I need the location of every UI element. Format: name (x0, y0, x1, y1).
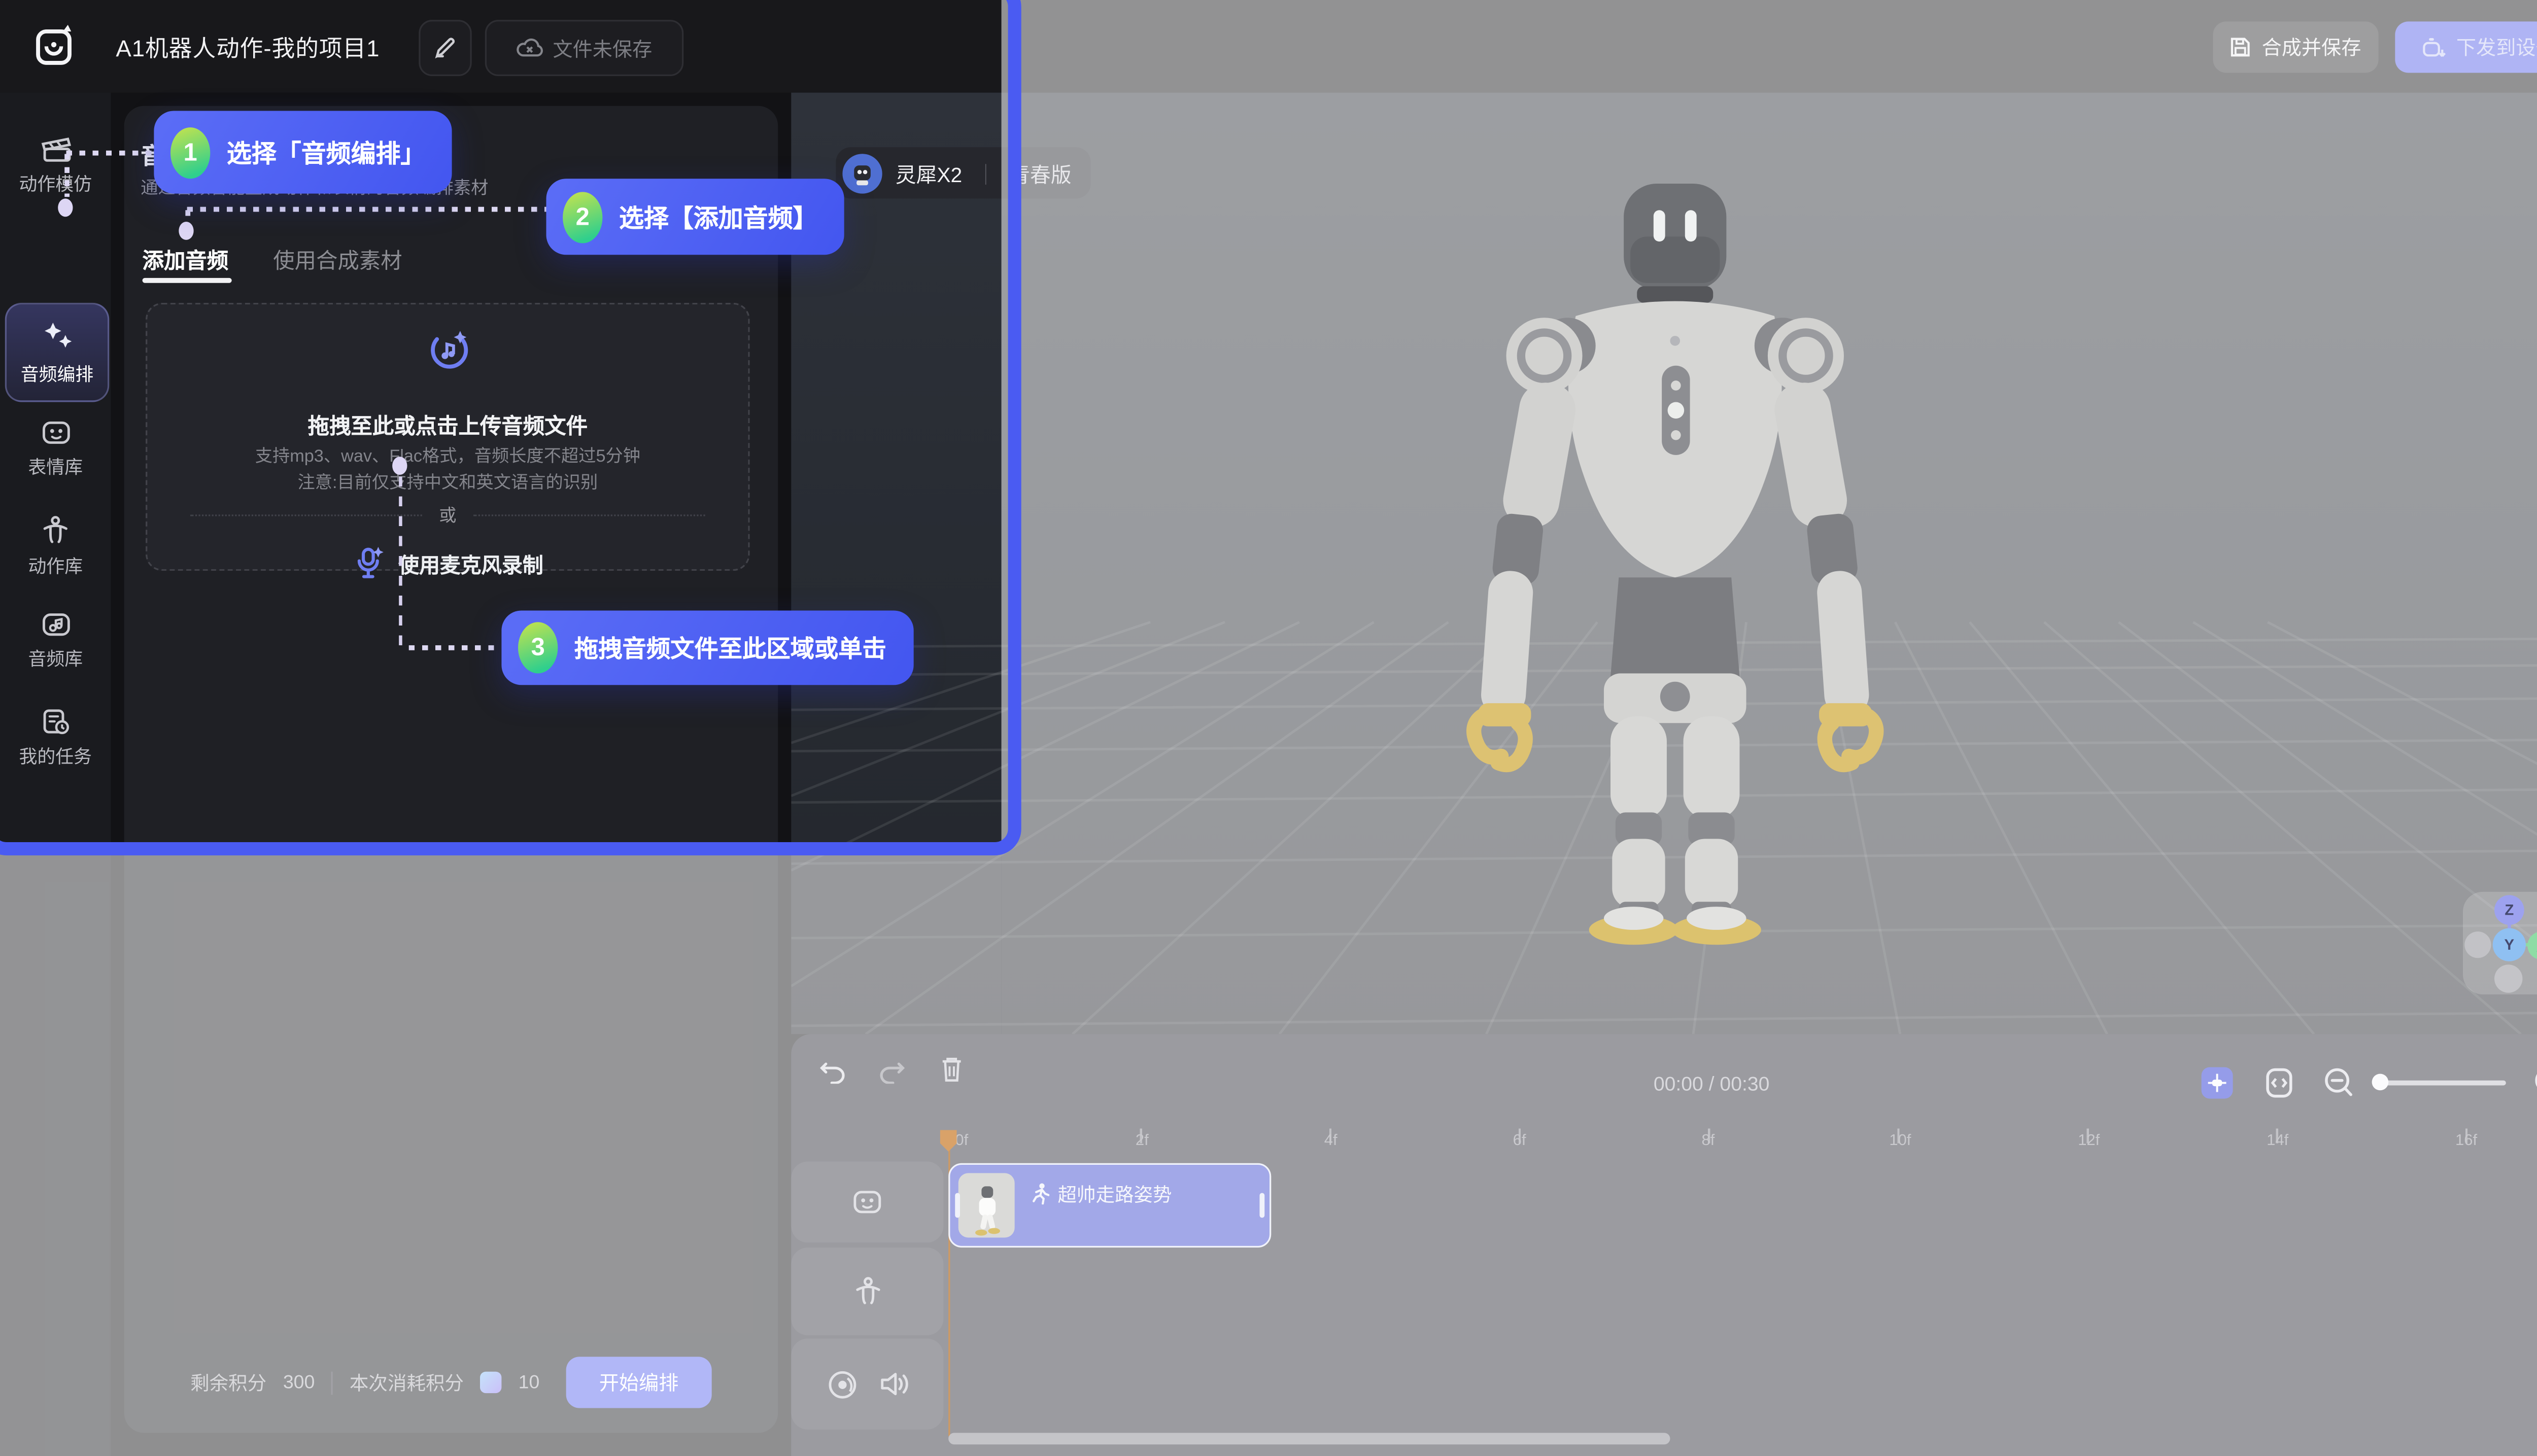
tutorial-highlight-border (0, 0, 1021, 855)
gizmo-neg-z-axis[interactable] (2494, 964, 2522, 992)
connector-step3-v (399, 476, 402, 645)
playback-time: 00:00 / 00:30 (1654, 1072, 1770, 1095)
timeline-panel: 00:00 / 00:30 0f 2f 4f 6f 8f (791, 1034, 2537, 1456)
track-volume-icon[interactable] (878, 1370, 910, 1398)
gizmo-y-axis[interactable]: Y (2493, 928, 2526, 961)
gizmo-z-axis[interactable]: Z (2494, 895, 2524, 925)
ruler-label: 8f (1702, 1132, 1715, 1150)
playhead-marker[interactable] (939, 1128, 958, 1153)
ruler-minor-ticks (1046, 1128, 2537, 1143)
connector-step3-dot (392, 457, 407, 475)
clip-left-handle[interactable] (955, 1193, 960, 1218)
step-2-text: 选择【添加音频】 (619, 199, 818, 234)
step-1-badge: 1 (170, 126, 210, 178)
step-3-text: 拖拽音频文件至此区域或单击 (574, 631, 886, 665)
step-1-text: 选择「音频编排」 (227, 135, 426, 169)
tutorial-step-2: 2 选择【添加音频】 (546, 179, 844, 255)
delete-clip-icon[interactable] (940, 1056, 964, 1084)
step-2-badge: 2 (563, 191, 602, 242)
undo-icon[interactable] (819, 1059, 846, 1084)
redo-icon[interactable] (879, 1059, 905, 1084)
keyframe-icon (2206, 1072, 2227, 1093)
gizmo-neg-x-axis[interactable] (2464, 931, 2491, 958)
zoom-in-icon[interactable] (2532, 1065, 2537, 1100)
timeline-zoom-slider[interactable] (2374, 1081, 2506, 1086)
clip-label-row: 超帅走路姿势 (1031, 1181, 1172, 1207)
connector-step3-h (409, 645, 502, 649)
connector-step2-v (185, 210, 189, 222)
track-header-expression[interactable] (791, 1162, 943, 1243)
fit-timeline-icon[interactable] (2262, 1065, 2295, 1100)
keyframe-panel-toggle[interactable] (2202, 1067, 2233, 1099)
ruler-label: 6f (1513, 1132, 1526, 1150)
connector-step1-dot (58, 198, 73, 217)
running-person-icon (1031, 1183, 1049, 1204)
connector-step1-h (66, 151, 155, 155)
track-header-action[interactable] (791, 1247, 943, 1335)
clip-thumbnail (958, 1173, 1015, 1237)
clip-thumbnail-robot (970, 1185, 1003, 1237)
ruler-label: 10f (1889, 1132, 1911, 1150)
ruler-label: 12f (2078, 1132, 2100, 1150)
orientation-gizmo[interactable]: Z Y X (2463, 892, 2537, 994)
connector-step1-v (64, 154, 68, 197)
connector-step2-dot (179, 222, 193, 240)
ruler-label: 2f (1136, 1132, 1149, 1150)
zoom-slider-knob[interactable] (2372, 1074, 2389, 1091)
timeline-ruler[interactable]: 0f 2f 4f 6f 8f 10f 12f 14f 16f (791, 1132, 2537, 1158)
zoom-out-icon[interactable] (2322, 1065, 2355, 1100)
connector-step2-h (187, 207, 548, 211)
robot-render (1452, 170, 1899, 948)
app-root: A1机器人动作-我的项目1 文件未保存 合成并保存 (0, 0, 2537, 1456)
tutorial-step-1: 1 选择「音频编排」 (154, 111, 452, 194)
ruler-label: 14f (2267, 1132, 2288, 1150)
track-header-audio[interactable] (791, 1338, 943, 1429)
timeline-h-scrollbar[interactable] (948, 1433, 1670, 1444)
ruler-label: 16f (2455, 1132, 2477, 1150)
audio-track-icon (825, 1368, 858, 1401)
step-3-badge: 3 (518, 622, 558, 673)
action-track-icon (851, 1276, 883, 1307)
clip-right-handle[interactable] (1259, 1193, 1264, 1218)
clip-label: 超帅走路姿势 (1057, 1181, 1172, 1207)
timeline-clip-walk-pose[interactable]: 超帅走路姿势 (948, 1163, 1271, 1247)
ruler-label: 4f (1324, 1132, 1338, 1150)
expression-track-icon (851, 1188, 884, 1216)
tutorial-step-3: 3 拖拽音频文件至此区域或单击 (501, 610, 913, 685)
